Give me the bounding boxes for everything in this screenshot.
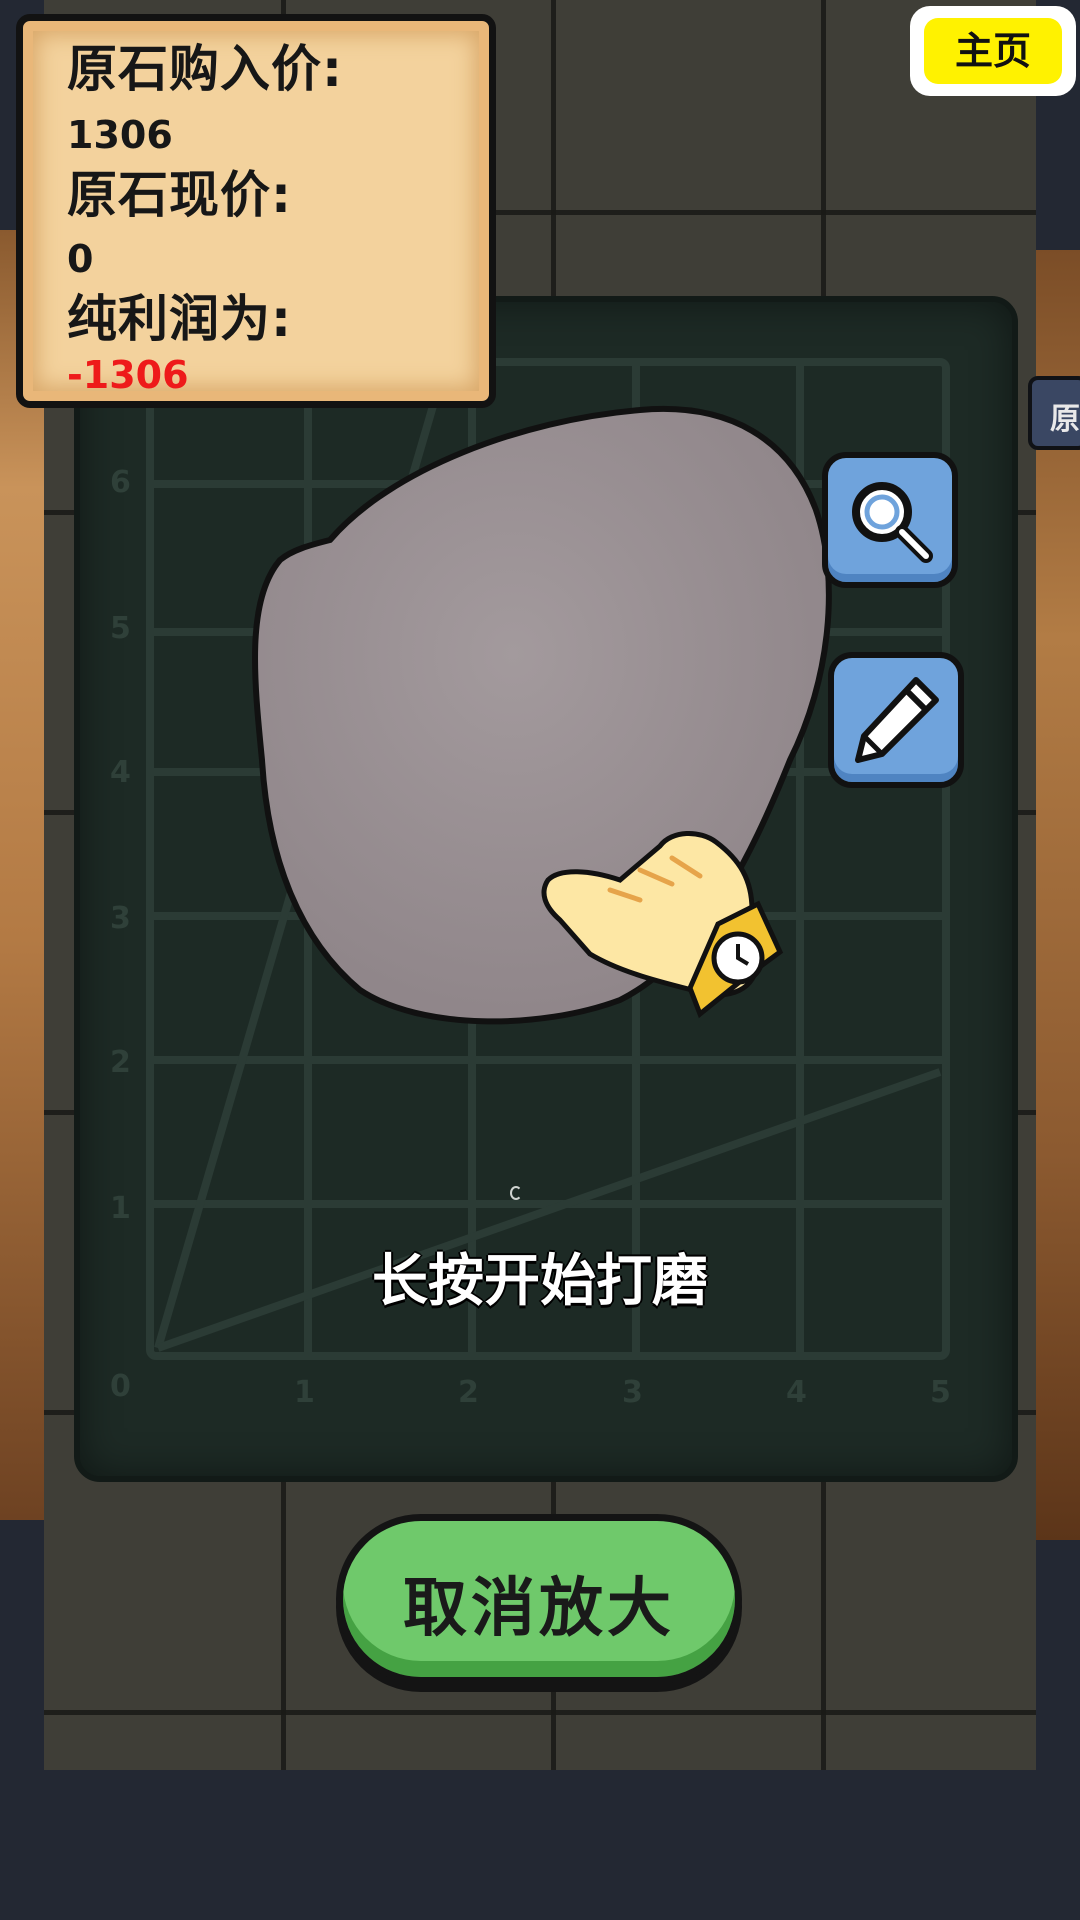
- current-price-label: 原石现价:: [67, 166, 292, 224]
- current-price-value: 0: [67, 237, 94, 281]
- profit-label: 纯利润为:: [67, 290, 292, 348]
- draw-button[interactable]: [828, 652, 964, 788]
- purchase-price-value: 1306: [67, 113, 173, 157]
- home-button-label: 主页: [924, 18, 1062, 84]
- price-panel: 原石购入价: 1306 原石现价: 0 纯利润为: -1306: [16, 14, 496, 408]
- zoom-button[interactable]: [822, 452, 958, 588]
- magnifier-icon: [852, 482, 933, 563]
- cancel-zoom-label: 取消放大: [403, 1571, 675, 1646]
- profit-value: -1306: [67, 353, 189, 397]
- cancel-zoom-button[interactable]: 取消放大: [336, 1514, 742, 1684]
- pencil-icon: [855, 677, 939, 763]
- polish-hint: 长按开始打磨: [372, 1249, 708, 1314]
- purchase-price-label: 原石购入价:: [67, 40, 343, 98]
- game-screen: 原 0 1 2 3 4 5 6 1 2 3 4 5 原石购入价: 1306 原石…: [0, 0, 1080, 1920]
- cursor-mark: [510, 1186, 522, 1200]
- home-button[interactable]: 主页: [910, 6, 1076, 96]
